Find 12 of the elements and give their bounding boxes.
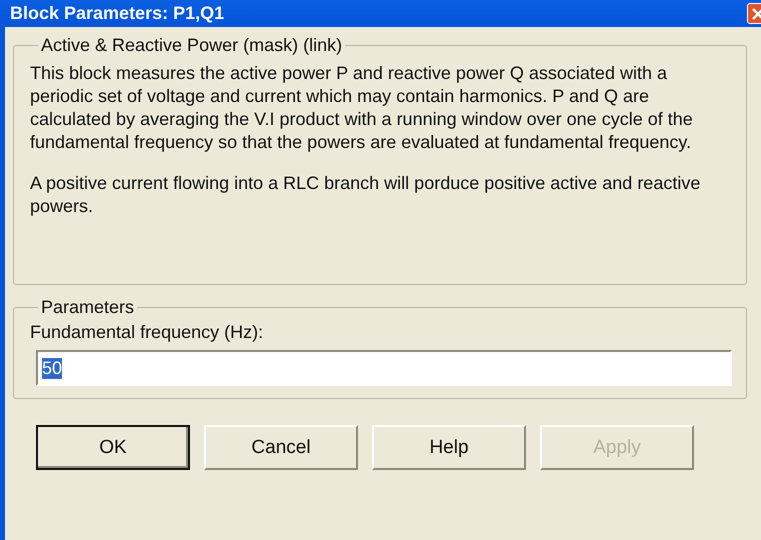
window-title: Block Parameters: P1,Q1 xyxy=(10,3,224,24)
description-text: This block measures the active power P and reactive power Q associated with a periodic set of voltage and current which may contain harmonics. P and Q are calculated by averaging the V.I product with a running window over one cycle of the fundamental frequency so that the powers are evaluated at fundamental frequency. xyxy=(30,62,694,154)
close-icon xyxy=(751,6,761,20)
dialog-button[interactable]: Cancel xyxy=(204,425,358,470)
description-text: A positive current flowing into a RLC branch will porduce positive active and reactive powers. xyxy=(30,172,702,218)
group-title: Parameters xyxy=(40,297,136,318)
group-title: Active & Reactive Power (mask) (link) xyxy=(40,35,344,56)
field-label: Fundamental frequency (Hz): xyxy=(30,322,264,343)
input-field[interactable]: 50 xyxy=(36,350,732,386)
dialog-button[interactable]: OK xyxy=(36,425,190,470)
dialog-button[interactable]: Help xyxy=(372,425,526,470)
field-value: 50 xyxy=(42,358,62,378)
